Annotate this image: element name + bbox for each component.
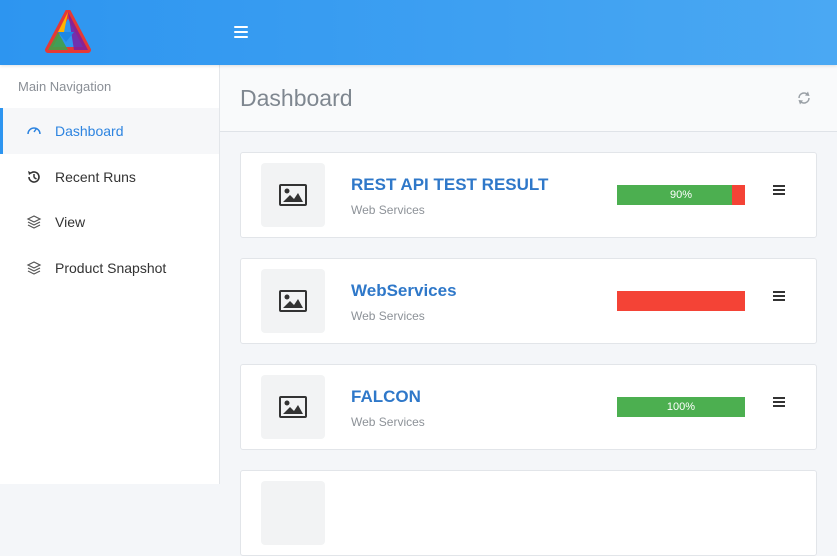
- sidebar-item-label: Dashboard: [55, 123, 124, 139]
- sidebar-item-recent-runs[interactable]: Recent Runs: [0, 154, 219, 200]
- hamburger-icon[interactable]: [234, 26, 248, 38]
- sidebar-item-label: Recent Runs: [55, 169, 136, 185]
- image-placeholder-icon: [261, 269, 325, 333]
- sidebar: Main Navigation Dashboard Recent Runs Vi…: [0, 65, 220, 484]
- result-card: WebServices Web Services: [240, 258, 817, 344]
- sidebar-item-label: View: [55, 214, 86, 230]
- card-menu-icon[interactable]: [773, 291, 785, 303]
- sidebar-item-view[interactable]: View: [0, 199, 219, 245]
- history-icon: [25, 168, 43, 186]
- top-bar: [0, 0, 837, 65]
- refresh-icon[interactable]: [795, 89, 813, 107]
- card-subtitle: Web Services: [351, 415, 425, 429]
- page-header: Dashboard: [220, 65, 837, 132]
- nav-heading: Main Navigation: [18, 79, 112, 94]
- card-subtitle: Web Services: [351, 203, 425, 217]
- card-menu-icon[interactable]: [773, 397, 785, 409]
- sidebar-item-dashboard[interactable]: Dashboard: [0, 108, 219, 154]
- pass-progress-bar: 90%: [617, 185, 745, 205]
- page-title: Dashboard: [240, 85, 353, 111]
- pass-progress-bar: [617, 291, 745, 311]
- card-menu-icon[interactable]: [773, 185, 785, 197]
- image-placeholder-icon: [261, 163, 325, 227]
- pass-progress-bar: 100%: [617, 397, 745, 417]
- result-card: REST API TEST RESULT Web Services 90%: [240, 152, 817, 238]
- gauge-icon: [25, 122, 43, 140]
- progress-label: 100%: [666, 401, 696, 413]
- card-title[interactable]: FALCON: [351, 387, 421, 407]
- triangle-logo-icon[interactable]: [44, 9, 92, 54]
- result-card: [240, 470, 817, 556]
- card-title[interactable]: REST API TEST RESULT: [351, 175, 548, 195]
- main-content: Dashboard REST API TEST RESULT Web Servi…: [220, 65, 837, 556]
- image-placeholder-icon: [261, 375, 325, 439]
- layers-icon: [25, 213, 43, 231]
- sidebar-item-product-snapshot[interactable]: Product Snapshot: [0, 245, 219, 291]
- card-subtitle: Web Services: [351, 309, 425, 323]
- result-card: FALCON Web Services 100%: [240, 364, 817, 450]
- progress-label: 90%: [669, 189, 693, 201]
- card-title[interactable]: WebServices: [351, 281, 457, 301]
- layers-icon: [25, 259, 43, 277]
- image-placeholder-icon: [261, 481, 325, 545]
- progress-label: [617, 291, 745, 311]
- sidebar-item-label: Product Snapshot: [55, 260, 167, 276]
